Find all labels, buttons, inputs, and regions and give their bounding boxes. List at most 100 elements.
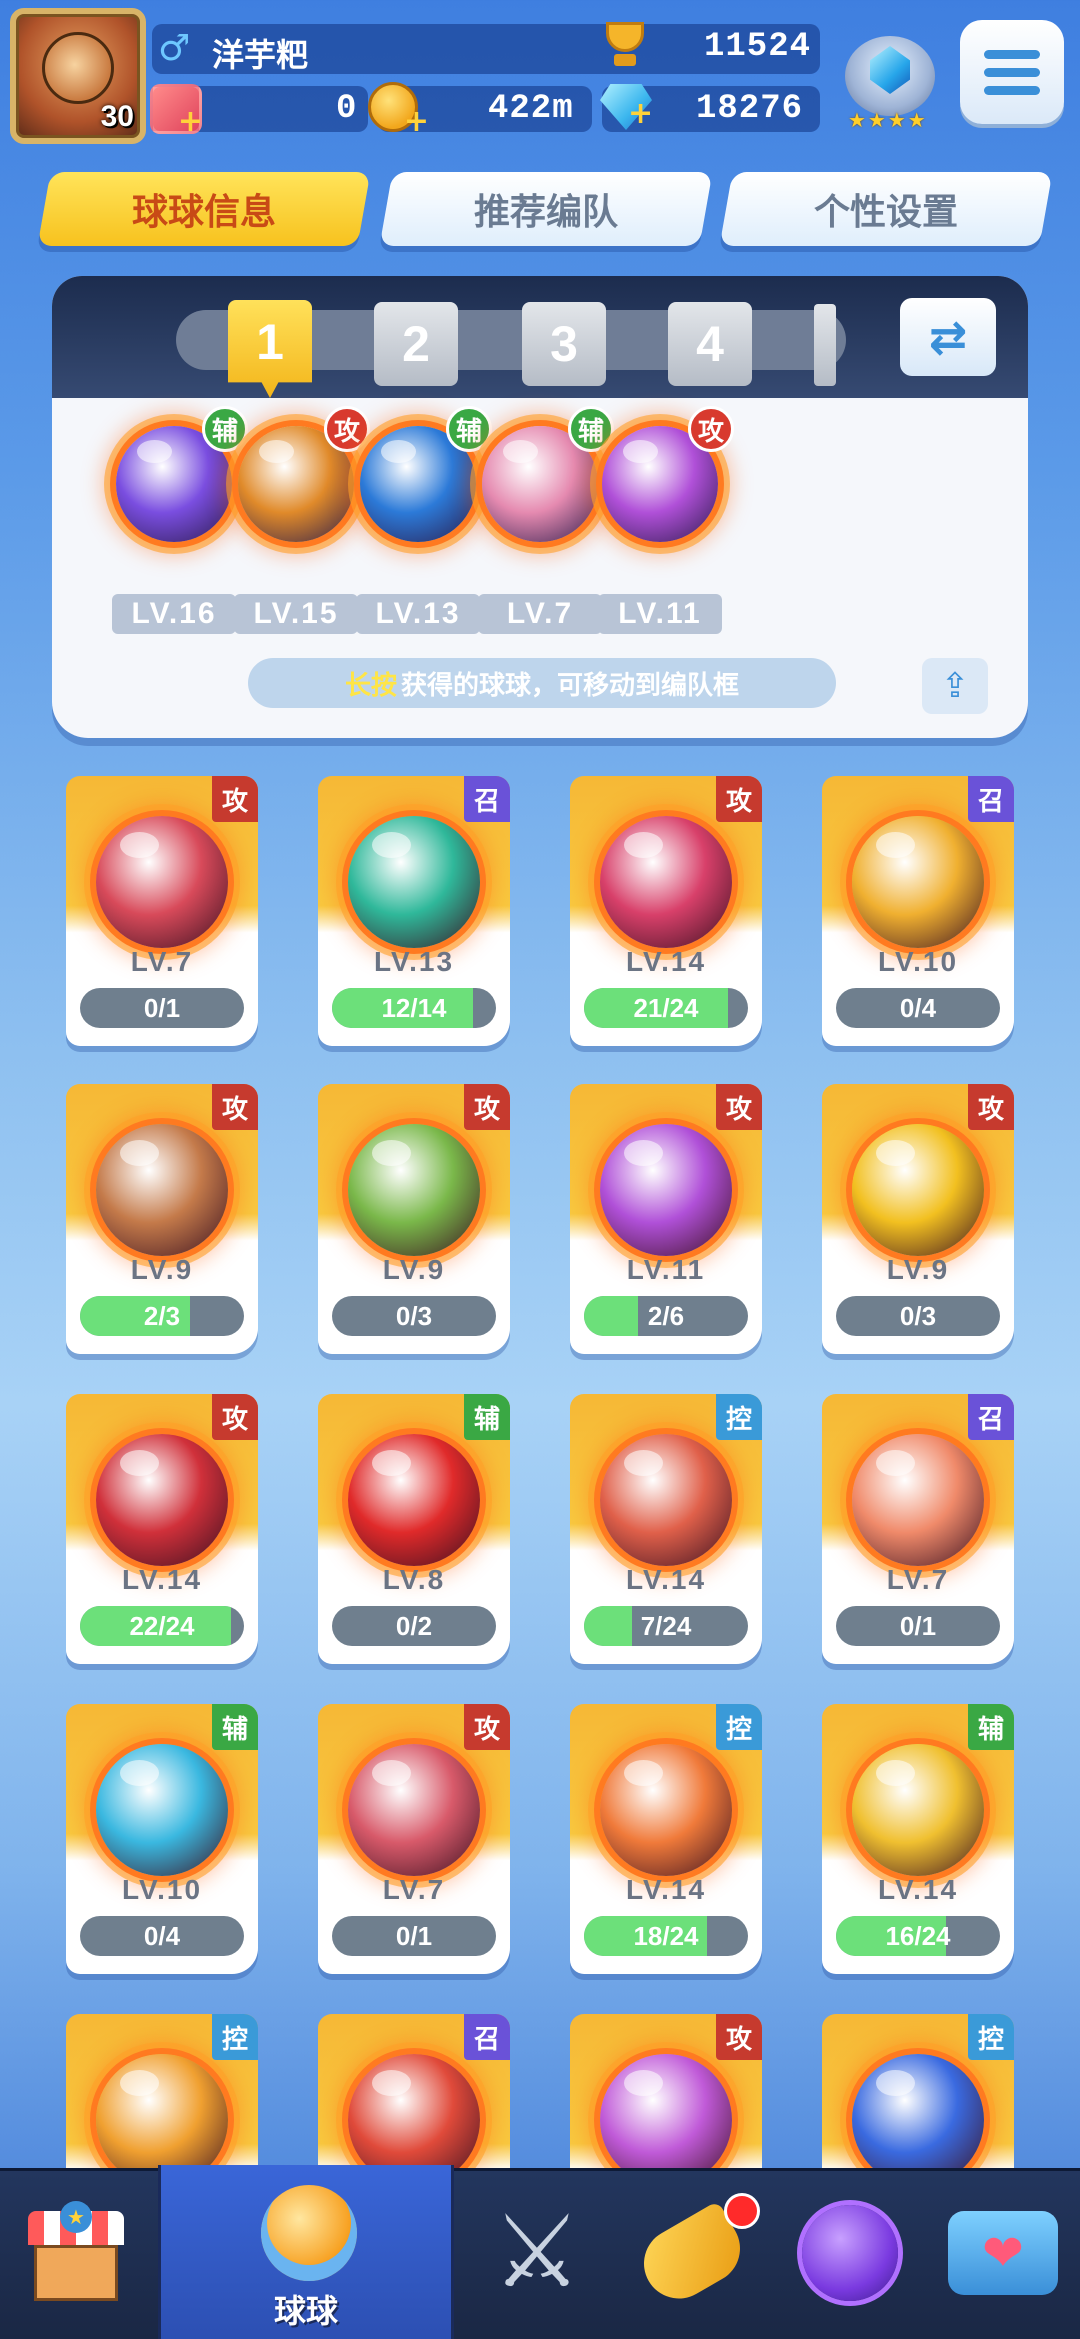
ball-portrait [852,1744,984,1876]
gem-add-icon[interactable]: + [628,96,653,131]
gem-count: 18276 [696,90,804,128]
role-tag: 攻 [324,406,370,452]
team-slot-4[interactable]: 4 [668,302,752,386]
nav-shop[interactable]: ★ [0,2171,150,2339]
ball-card[interactable]: 攻 LV.11 2/6 [570,1084,762,1354]
player-avatar[interactable]: 30 [10,8,146,144]
team-panel: 1 2 3 4 ⇄ 辅 LV.16 攻 LV.15 辅 LV.13 辅 LV.7 攻 LV.11 … [52,276,1028,738]
ball-portrait [96,1434,228,1566]
tab-personal-settings[interactable]: 个性设置 [719,172,1053,246]
gender-male-icon: ♂ [158,28,191,69]
role-tag: 攻 [716,2014,762,2060]
team-ball-level: LV.16 [112,594,236,634]
progress-text: 18/24 [633,1920,699,1951]
ball-level: LV.9 [886,1254,950,1285]
progress-text: 22/24 [129,1610,195,1641]
coin-add-icon[interactable] [368,82,429,139]
ball-card[interactable]: 辅 LV.8 0/2 [318,1394,510,1664]
team-slot-5[interactable] [814,304,836,386]
upgrade-progress-bar: 0/1 [332,1916,496,1956]
progress-text: 0/3 [899,1300,937,1331]
hint-text: 获得的球球，可移动到编队框 [401,670,740,701]
nav-planet[interactable] [774,2171,924,2339]
nav-social[interactable]: ❤ [930,2171,1080,2339]
ball-level: LV.14 [121,1564,203,1595]
upgrade-progress-bar: 12/14 [332,988,496,1028]
ball-card[interactable]: 辅 LV.10 0/4 [66,1704,258,1974]
upgrade-progress-bar: 0/3 [836,1296,1000,1336]
rank-badge-icon[interactable]: ★★★★ [832,24,948,132]
ball-level: LV.7 [130,946,194,977]
role-tag: 攻 [212,1394,258,1440]
team-ball-level: LV.15 [234,594,358,634]
ball-level: LV.10 [877,946,959,977]
trophy-icon [600,22,650,70]
shop-icon: ★ [28,2201,124,2301]
progress-text: 12/14 [381,992,447,1023]
ball-level: LV.7 [886,1564,950,1595]
ball-card[interactable]: 攻 LV.7 0/1 [318,1704,510,1974]
role-tag: 召 [464,2014,510,2060]
ball-card[interactable]: 控 LV.14 18/24 [570,1704,762,1974]
upgrade-progress-bar: 0/1 [836,1606,1000,1646]
ball-portrait [600,1434,732,1566]
ball-card[interactable]: 攻 LV.9 0/3 [318,1084,510,1354]
ball-portrait [600,1124,732,1256]
menu-button[interactable] [960,20,1064,124]
upgrade-progress-bar: 18/24 [584,1916,748,1956]
progress-text: 16/24 [885,1920,951,1951]
team-ball-level: LV.11 [598,594,722,634]
ball-card[interactable]: 召 LV.13 12/14 [318,776,510,1046]
avatar-portrait [42,32,114,104]
ball-portrait [852,1434,984,1566]
progress-text: 2/3 [143,1300,181,1331]
role-tag: 攻 [464,1084,510,1130]
ball-level: LV.13 [373,946,455,977]
tab-recommended-team[interactable]: 推荐编队 [379,172,713,246]
role-tag: 攻 [688,406,734,452]
chat-heart-icon: ❤ [948,2211,1058,2295]
upgrade-progress-bar: 22/24 [80,1606,244,1646]
role-tag: 控 [968,2014,1014,2060]
upgrade-progress-bar: 2/6 [584,1296,748,1336]
ticket-add-icon[interactable] [150,84,203,139]
ball-portrait [600,816,732,948]
progress-text: 2/6 [647,1300,685,1331]
notification-badge [724,2193,760,2229]
ball-portrait [600,2054,732,2186]
ball-card[interactable]: 攻 LV.14 21/24 [570,776,762,1046]
ball-portrait [96,1124,228,1256]
progress-text: 7/24 [640,1610,692,1641]
ball-card[interactable]: 攻 LV.9 2/3 [66,1084,258,1354]
swap-icon[interactable]: ⇄ [900,298,996,376]
role-tag: 辅 [568,406,614,452]
nav-coach[interactable] [618,2171,768,2339]
ball-card[interactable]: 辅 LV.14 16/24 [822,1704,1014,1974]
nav-battle[interactable]: ⚔ [462,2171,612,2339]
share-icon[interactable]: ⇪ [922,658,988,714]
progress-text: 0/4 [143,1920,181,1951]
team-slot-3[interactable]: 3 [522,302,606,386]
upgrade-progress-bar: 0/4 [836,988,1000,1028]
role-tag: 辅 [968,1704,1014,1750]
ball-level: LV.10 [121,1874,203,1905]
tab-ball-info[interactable]: 球球信息 [37,172,371,246]
team-slot-1[interactable]: 1 [228,300,312,398]
ball-portrait [96,1744,228,1876]
ball-card[interactable]: 召 LV.7 0/1 [822,1394,1014,1664]
ball-card[interactable]: 攻 LV.14 22/24 [66,1394,258,1664]
ball-level: LV.14 [625,946,707,977]
role-tag: 辅 [202,406,248,452]
role-tag: 辅 [446,406,492,452]
ball-card[interactable]: 控 LV.14 7/24 [570,1394,762,1664]
nav-balls-label: 球球 [273,2292,338,2330]
ball-level: LV.14 [625,1564,707,1595]
nav-balls[interactable]: 球球 [158,2165,454,2339]
role-tag: 召 [464,776,510,822]
ball-card[interactable]: 攻 LV.9 0/3 [822,1084,1014,1354]
ball-card[interactable]: 攻 LV.7 0/1 [66,776,258,1046]
ball-card[interactable]: 召 LV.10 0/4 [822,776,1014,1046]
team-slot-2[interactable]: 2 [374,302,458,386]
trophy-count: 11524 [704,28,812,66]
role-tag: 攻 [212,776,258,822]
